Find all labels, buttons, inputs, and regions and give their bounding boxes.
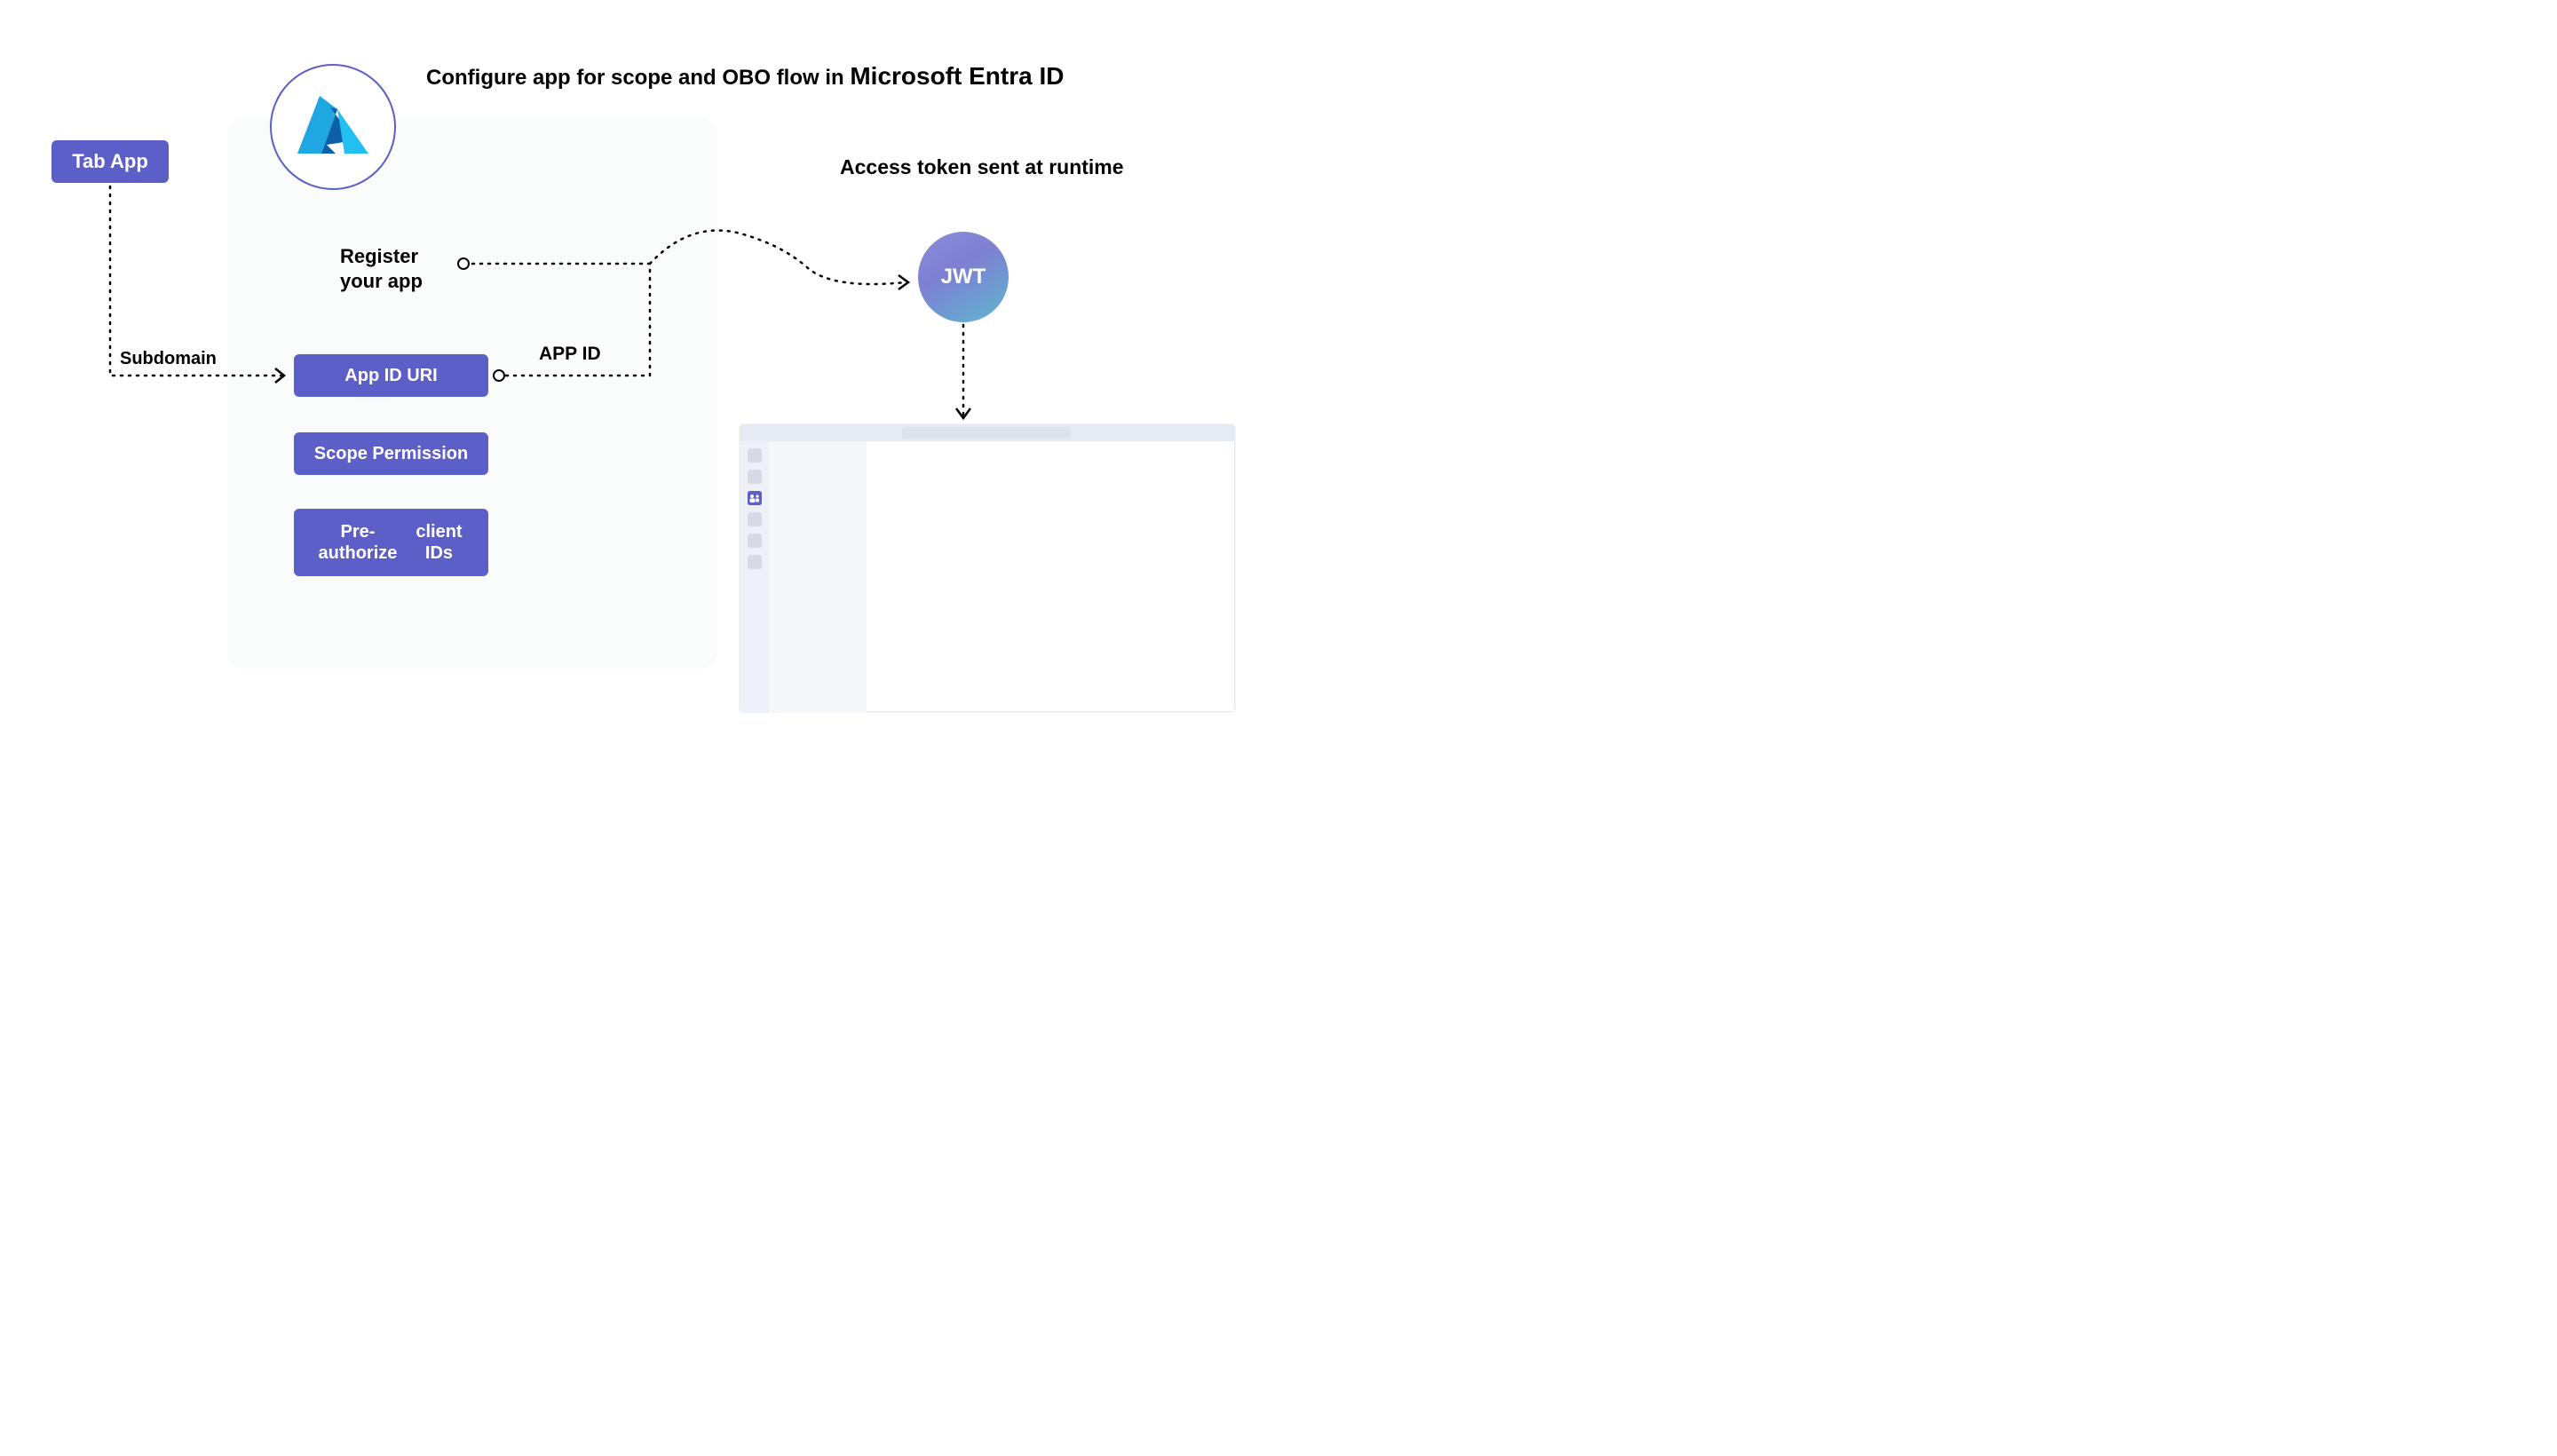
tab-app-label: Tab App	[72, 150, 148, 173]
diagram-title: Configure app for scope and OBO flow in …	[426, 62, 1064, 91]
rail-item	[748, 448, 762, 463]
register-your-app-label: Register your app	[340, 244, 423, 293]
access-token-label: Access token sent at runtime	[840, 155, 1124, 179]
step-preauthorize-client-ids: Pre-authorize client IDs	[294, 509, 488, 576]
preauth-l1: Pre-authorize	[310, 521, 406, 564]
step-scope-permission: Scope Permission	[294, 432, 488, 475]
teams-app-rail	[740, 441, 769, 713]
scope-permission-label: Scope Permission	[314, 444, 468, 464]
teams-client-mock	[740, 424, 1235, 712]
rail-item	[748, 470, 762, 484]
app-id-edge-label: APP ID	[539, 344, 601, 365]
azure-icon	[293, 91, 373, 162]
azure-logo-circle	[270, 64, 396, 190]
step-app-id-uri: App ID URI	[294, 354, 488, 397]
tab-app-box: Tab App	[51, 140, 169, 183]
subdomain-edge-label: Subdomain	[116, 349, 220, 369]
rail-item	[748, 512, 762, 526]
preauth-l2: client IDs	[406, 521, 472, 564]
teams-side-panel	[769, 441, 867, 713]
rail-item	[748, 534, 762, 548]
jwt-token-circle: JWT	[918, 232, 1009, 322]
app-id-uri-label: App ID URI	[344, 366, 437, 386]
register-l1: Register	[340, 244, 423, 269]
register-l2: your app	[340, 269, 423, 294]
rail-item-active	[748, 491, 762, 505]
title-prefix: Configure app for scope and OBO flow in	[426, 66, 850, 90]
teams-searchbar	[902, 427, 1071, 439]
jwt-label: JWT	[941, 265, 986, 289]
teams-icon	[748, 491, 762, 505]
teams-content-area	[867, 441, 1234, 711]
rail-item	[748, 555, 762, 569]
title-emphasis: Microsoft Entra ID	[850, 62, 1064, 90]
